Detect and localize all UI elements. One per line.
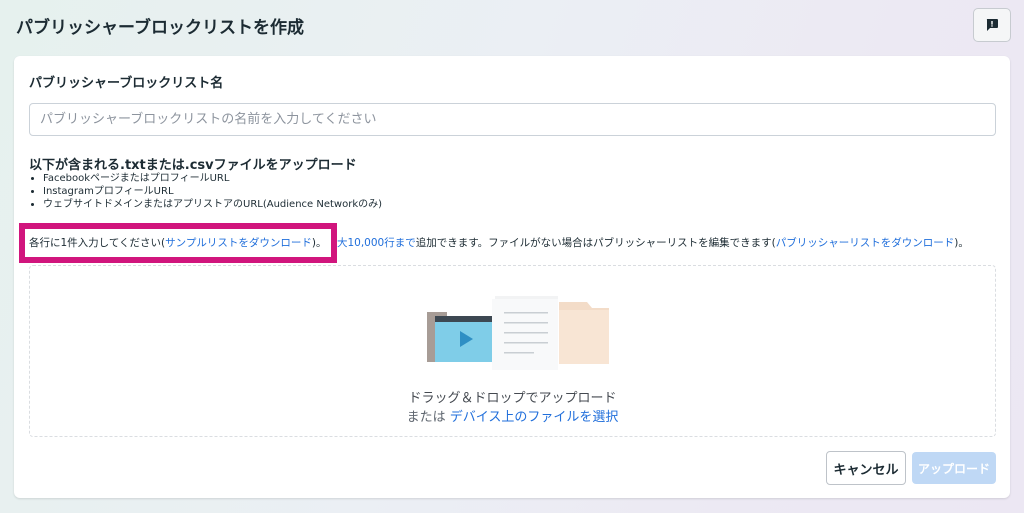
cancel-button[interactable]: キャンセル bbox=[826, 451, 906, 485]
dropzone-or-text: または bbox=[406, 410, 446, 425]
feedback-exclamation-icon bbox=[986, 19, 998, 31]
dropzone-instruction: ドラッグ＆ドロップでアップロード bbox=[408, 391, 617, 406]
dropzone-subtext: または デバイス上のファイルを選択 bbox=[30, 406, 995, 425]
download-sample-list-link[interactable]: サンプルリストをダウンロード bbox=[165, 237, 312, 249]
blocklist-name-input[interactable] bbox=[29, 103, 996, 136]
create-blocklist-card: パブリッシャーブロックリスト名 以下が含まれる.txtまたは.csvファイルをア… bbox=[14, 56, 1010, 498]
download-publisher-list-link[interactable]: パブリッシャーリストをダウンロード bbox=[776, 237, 955, 249]
accepted-url-list: FacebookページまたはプロフィールURL InstagramプロフィールU… bbox=[43, 172, 382, 211]
upload-note-suffix: )。 bbox=[954, 237, 969, 249]
upload-button[interactable]: アップロード bbox=[912, 452, 996, 484]
list-item: InstagramプロフィールURL bbox=[43, 185, 382, 198]
upload-note-prefix: 各行に1件入力してください( bbox=[29, 237, 166, 249]
blocklist-name-label: パブリッシャーブロックリスト名 bbox=[29, 76, 224, 91]
select-file-link[interactable]: デバイス上のファイルを選択 bbox=[450, 410, 619, 425]
upload-instructions-heading: 以下が含まれる.txtまたは.csvファイルをアップロード bbox=[29, 158, 357, 173]
list-item: FacebookページまたはプロフィールURL bbox=[43, 172, 382, 185]
highlight-annotation: 各行に1件入力してください(サンプルリストをダウンロード)。 bbox=[19, 223, 337, 263]
upload-illustration-icon bbox=[427, 296, 609, 370]
list-item: ウェブサイトドメインまたはアプリストアのURL(Audience Network… bbox=[43, 198, 382, 211]
file-dropzone[interactable]: ドラッグ＆ドロップでアップロード または デバイス上のファイルを選択 bbox=[29, 265, 996, 437]
page-title: パブリッシャーブロックリストを作成 bbox=[16, 18, 304, 38]
upload-note-middle: 追加できます。ファイルがない場合はパブリッシャーリストを編集できます( bbox=[415, 237, 776, 249]
max-rows-link[interactable]: 最大10,000行まで bbox=[326, 237, 415, 249]
feedback-button[interactable] bbox=[973, 8, 1011, 42]
